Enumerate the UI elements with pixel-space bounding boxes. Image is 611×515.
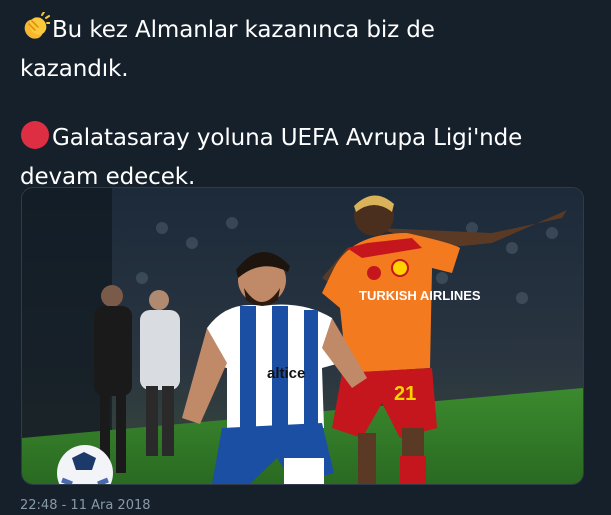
tweet-line-1: Bu kez Almanlar kazanınca biz de [52,17,435,43]
tweet-paragraph-1: Bu kez Almanlar kazanınca biz de kazandı… [20,11,595,86]
red-circle-icon [20,120,50,160]
clapping-hands-icon [20,11,51,52]
tweet-photo[interactable]: TURKISH AIRLINES 21 altice [21,187,584,485]
tweet-paragraph-2: Galatasaray yoluna UEFA Avrupa Ligi'nde … [20,120,595,194]
tweet-line-3: Galatasaray yoluna UEFA Avrupa Ligi'nde [52,125,523,151]
left-shirt-sponsor: altice [267,365,305,382]
football-photo: TURKISH AIRLINES 21 altice [22,188,583,484]
tweet-line-2: kazandık. [20,56,129,82]
right-shirt-sponsor: TURKISH AIRLINES [359,288,481,303]
tweet-timestamp[interactable]: 22:48 - 11 Ara 2018 [20,497,151,515]
tweet-text: Bu kez Almanlar kazanınca biz de kazandı… [20,11,595,194]
right-shirt-number: 21 [394,383,416,405]
